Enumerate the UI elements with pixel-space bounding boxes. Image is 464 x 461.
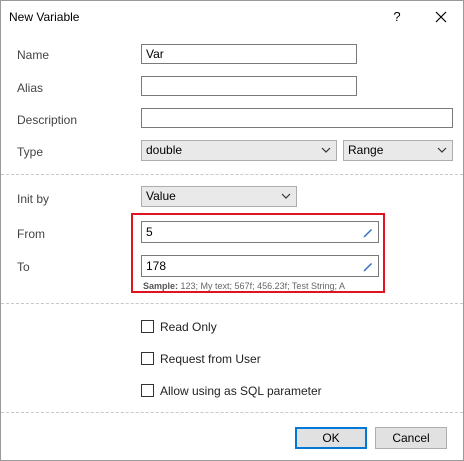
new-variable-dialog: New Variable ? Name Var Alias Descriptio…	[0, 0, 464, 461]
type-mode-select[interactable]: Range	[343, 140, 453, 161]
type-select-value: double	[146, 143, 183, 157]
description-label: Description	[17, 113, 78, 127]
from-input[interactable]: 5	[141, 221, 379, 243]
alias-label: Alias	[17, 81, 44, 95]
read-only-checkbox[interactable]	[141, 320, 154, 333]
sql-parameter-label: Allow using as SQL parameter	[160, 384, 322, 398]
help-button[interactable]: ?	[381, 5, 413, 29]
chevron-down-icon	[437, 147, 447, 153]
title-bar: New Variable ?	[1, 1, 463, 33]
sql-parameter-checkbox[interactable]	[141, 384, 154, 397]
pencil-icon[interactable]	[362, 260, 374, 272]
init-by-select-value: Value	[146, 189, 176, 203]
name-input[interactable]: Var	[141, 44, 357, 64]
type-label: Type	[17, 145, 44, 159]
request-from-user-label: Request from User	[160, 352, 261, 366]
sample-hint: Sample: 123; My text; 567f; 456.23f; Tes…	[143, 281, 345, 291]
type-select[interactable]: double	[141, 140, 337, 161]
close-button[interactable]	[425, 5, 457, 29]
to-label: To	[17, 260, 30, 274]
separator	[1, 303, 463, 304]
name-label: Name	[17, 48, 50, 62]
request-from-user-checkbox[interactable]	[141, 352, 154, 365]
from-label: From	[17, 227, 45, 241]
to-input[interactable]: 178	[141, 255, 379, 277]
init-by-select[interactable]: Value	[141, 186, 297, 207]
read-only-label: Read Only	[160, 320, 217, 334]
description-input[interactable]	[141, 108, 453, 128]
from-value: 5	[146, 225, 153, 239]
ok-button[interactable]: OK	[295, 427, 367, 449]
init-by-label: Init by	[17, 192, 50, 206]
close-icon	[435, 11, 447, 23]
separator	[1, 412, 463, 413]
to-value: 178	[146, 259, 167, 273]
chevron-down-icon	[321, 147, 331, 153]
type-mode-select-value: Range	[348, 143, 384, 157]
sample-text: 123; My text; 567f; 456.23f; Test String…	[180, 281, 345, 291]
cancel-button[interactable]: Cancel	[375, 427, 447, 449]
pencil-icon[interactable]	[362, 226, 374, 238]
alias-input[interactable]	[141, 76, 357, 96]
chevron-down-icon	[281, 193, 291, 199]
dialog-title: New Variable	[9, 10, 80, 24]
separator	[1, 174, 463, 175]
sample-label: Sample:	[143, 281, 179, 291]
